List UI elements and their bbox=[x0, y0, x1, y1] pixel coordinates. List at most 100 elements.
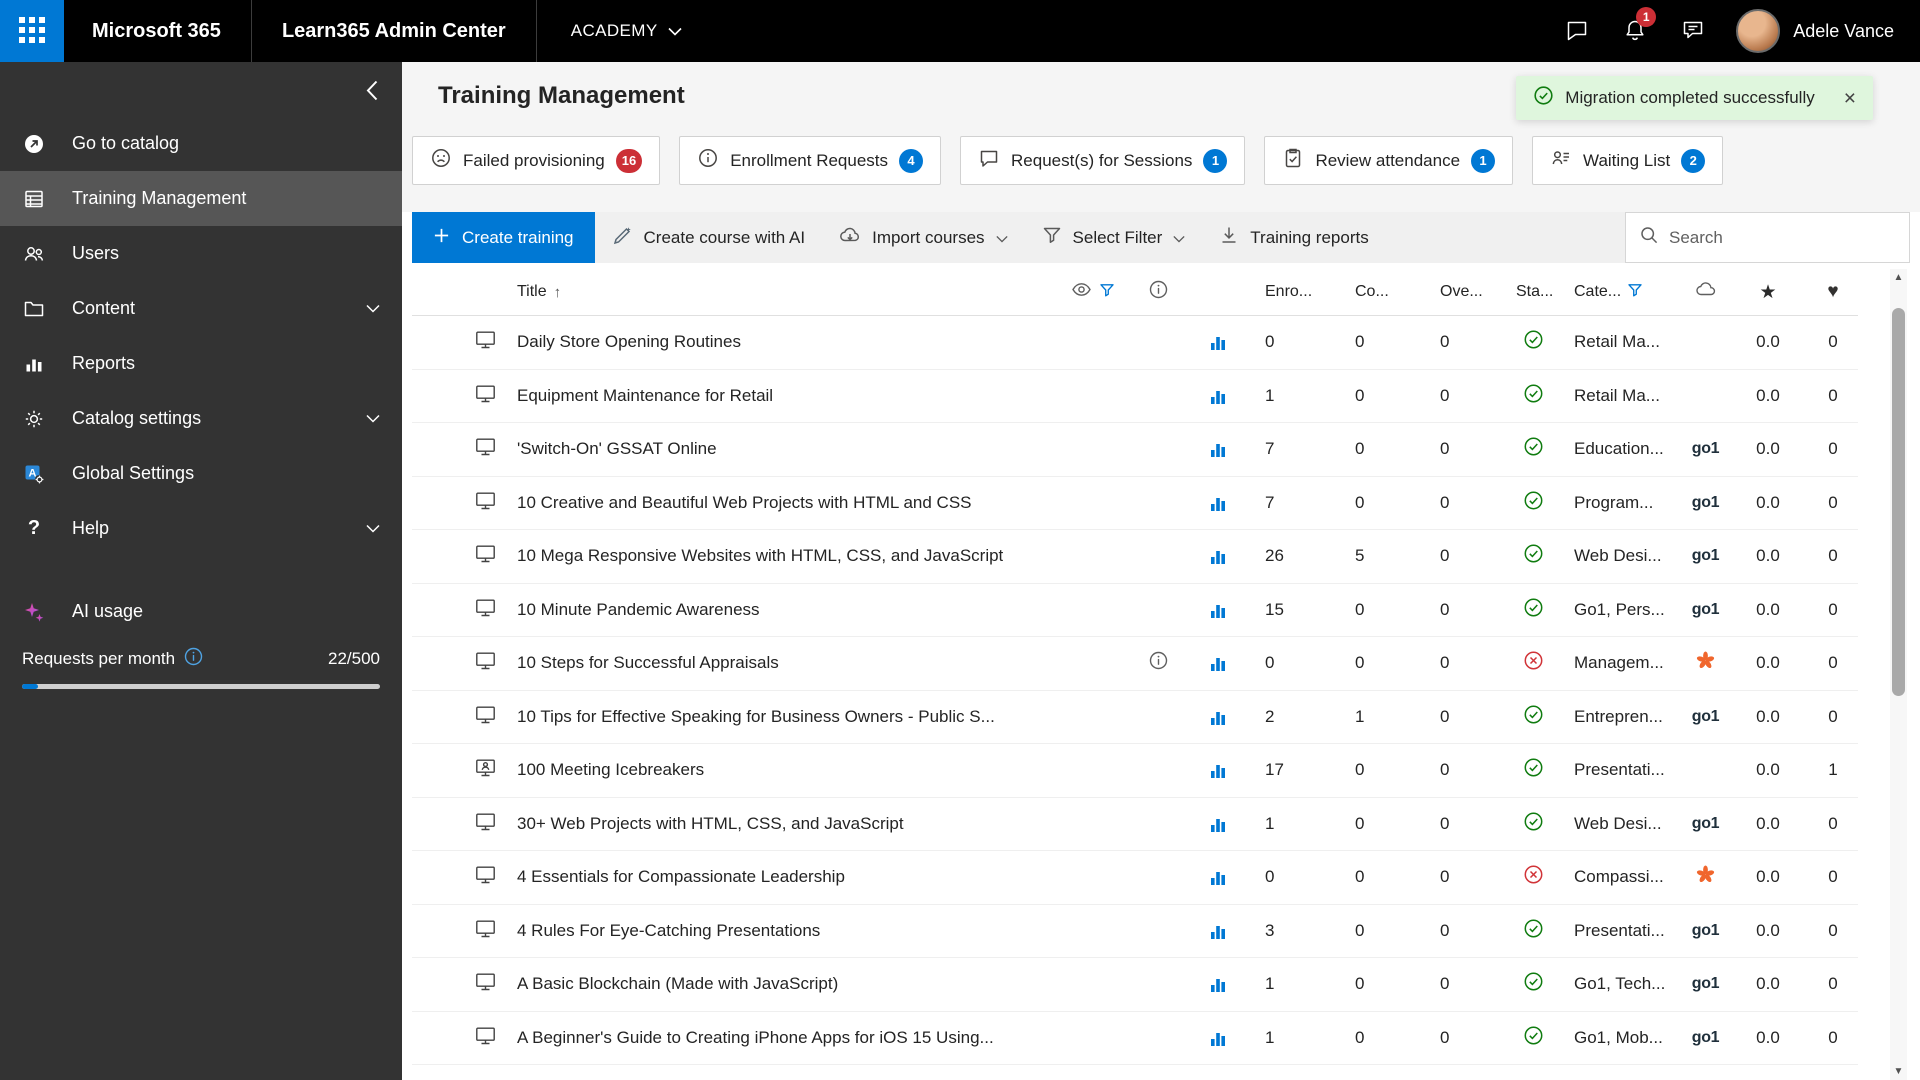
table-row[interactable]: 4 Essentials for Compassionate Leadershi… bbox=[412, 851, 1858, 905]
enrolled-column-header[interactable]: Enro... bbox=[1248, 283, 1338, 301]
scrollbar-track[interactable] bbox=[1890, 286, 1907, 1063]
app-title[interactable]: Learn365 Admin Center bbox=[282, 20, 506, 43]
sidebar-item-label: Training Management bbox=[72, 188, 247, 208]
sidebar-item-content[interactable]: Content bbox=[0, 281, 402, 336]
session-requests-card[interactable]: Request(s) for Sessions 1 bbox=[960, 136, 1246, 185]
course-title[interactable]: Daily Store Opening Routines bbox=[517, 332, 1058, 352]
sidebar-item-users[interactable]: Users bbox=[0, 226, 402, 281]
statistics-icon[interactable] bbox=[1208, 332, 1228, 352]
statistics-icon[interactable] bbox=[1208, 600, 1228, 620]
course-title[interactable]: Equipment Maintenance for Retail bbox=[517, 386, 1058, 406]
enrollment-requests-card[interactable]: Enrollment Requests 4 bbox=[679, 136, 942, 185]
scrollbar-thumb[interactable] bbox=[1892, 308, 1905, 696]
table-row[interactable]: A Beginner's Guide to Creating iPhone Ap… bbox=[412, 1012, 1858, 1065]
app-launcher-button[interactable] bbox=[0, 0, 64, 62]
visibility-column-header[interactable] bbox=[1058, 279, 1128, 305]
sidebar-item-help[interactable]: ? Help bbox=[0, 501, 402, 556]
course-title[interactable]: 10 Creative and Beautiful Web Projects w… bbox=[517, 493, 1058, 513]
table-row[interactable]: A Basic Blockchain (Made with JavaScript… bbox=[412, 958, 1858, 1012]
table-row[interactable]: 10 Creative and Beautiful Web Projects w… bbox=[412, 477, 1858, 530]
likes-column-header[interactable]: ♥ bbox=[1808, 281, 1858, 303]
completed-column-header[interactable]: Co... bbox=[1338, 283, 1423, 301]
statistics-icon[interactable] bbox=[1208, 921, 1228, 941]
statistics-icon[interactable] bbox=[1208, 493, 1228, 513]
status-cell bbox=[1508, 490, 1558, 516]
info-column-header[interactable] bbox=[1128, 280, 1188, 304]
waiting-list-card[interactable]: Waiting List 2 bbox=[1532, 136, 1724, 185]
sidebar-item-ai-usage[interactable]: AI usage bbox=[0, 584, 402, 639]
table-row[interactable]: Equipment Maintenance for Retail 1 0 0 R… bbox=[412, 370, 1858, 423]
toast-close-button[interactable]: × bbox=[1844, 88, 1856, 109]
sidebar-item-go-to-catalog[interactable]: Go to catalog bbox=[0, 116, 402, 171]
statistics-icon[interactable] bbox=[1208, 760, 1228, 780]
overdue-column-header[interactable]: Ove... bbox=[1423, 283, 1508, 301]
course-title[interactable]: 100 Meeting Icebreakers bbox=[517, 760, 1058, 780]
title-column-header[interactable]: Title ↑ bbox=[517, 283, 1058, 301]
statistics-icon[interactable] bbox=[1208, 1028, 1228, 1048]
select-filter-button[interactable]: Select Filter bbox=[1025, 212, 1203, 263]
chat-button[interactable] bbox=[1548, 0, 1606, 62]
sidebar-item-global-settings[interactable]: A Global Settings bbox=[0, 446, 402, 501]
chevron-down-icon[interactable] bbox=[366, 524, 380, 533]
statistics-icon[interactable] bbox=[1208, 653, 1228, 673]
statistics-icon[interactable] bbox=[1208, 707, 1228, 727]
status-cell bbox=[1508, 971, 1558, 997]
sidebar-item-catalog-settings[interactable]: Catalog settings bbox=[0, 391, 402, 446]
table-row[interactable]: 4 Rules For Eye-Catching Presentations 3… bbox=[412, 905, 1858, 958]
course-title[interactable]: 10 Mega Responsive Websites with HTML, C… bbox=[517, 546, 1058, 566]
course-title[interactable]: 10 Tips for Effective Speaking for Busin… bbox=[517, 707, 1058, 727]
course-title[interactable]: 'Switch-On' GSSAT Online bbox=[517, 439, 1058, 459]
provider-column-header[interactable] bbox=[1683, 279, 1728, 306]
status-column-header[interactable]: Sta... bbox=[1508, 283, 1558, 301]
statistics-icon[interactable] bbox=[1208, 974, 1228, 994]
table-row[interactable]: 10 Mega Responsive Websites with HTML, C… bbox=[412, 530, 1858, 584]
search-input[interactable] bbox=[1669, 227, 1896, 248]
course-title[interactable]: A Basic Blockchain (Made with JavaScript… bbox=[517, 974, 1058, 994]
course-title[interactable]: 10 Minute Pandemic Awareness bbox=[517, 600, 1058, 620]
table-row[interactable]: 'Switch-On' GSSAT Online 7 0 0 Education… bbox=[412, 423, 1858, 477]
statistics-icon[interactable] bbox=[1208, 439, 1228, 459]
table-scrollbar[interactable]: ▲ ▼ bbox=[1890, 269, 1907, 1080]
import-courses-button[interactable]: Import courses bbox=[822, 212, 1024, 263]
notifications-button[interactable]: 1 bbox=[1606, 0, 1664, 62]
sidebar-item-training-management[interactable]: Training Management bbox=[0, 171, 402, 226]
account-menu[interactable]: Adele Vance bbox=[1722, 9, 1920, 53]
academy-selector[interactable]: ACADEMY bbox=[571, 21, 682, 41]
course-title[interactable]: A Beginner's Guide to Creating iPhone Ap… bbox=[517, 1028, 1058, 1048]
filter-icon[interactable] bbox=[1099, 282, 1115, 303]
create-training-button[interactable]: Create training bbox=[412, 212, 595, 263]
table-row[interactable]: Daily Store Opening Routines 0 0 0 Retai… bbox=[412, 316, 1858, 370]
rating-column-header[interactable]: ★ bbox=[1728, 281, 1808, 304]
sidebar-item-reports[interactable]: Reports bbox=[0, 336, 402, 391]
chevron-down-icon[interactable] bbox=[366, 414, 380, 423]
feedback-button[interactable] bbox=[1664, 0, 1722, 62]
table-row[interactable]: 100 Meeting Icebreakers 17 0 0 Presentat… bbox=[412, 744, 1858, 798]
chevron-down-icon[interactable] bbox=[366, 304, 380, 313]
sidebar-collapse-button[interactable] bbox=[366, 80, 378, 104]
table-row[interactable]: 10 Tips for Effective Speaking for Busin… bbox=[412, 691, 1858, 744]
training-reports-button[interactable]: Training reports bbox=[1202, 212, 1385, 263]
table-row[interactable]: 30+ Web Projects with HTML, CSS, and Jav… bbox=[412, 798, 1858, 851]
statistics-icon[interactable] bbox=[1208, 546, 1228, 566]
screen-icon bbox=[474, 328, 497, 356]
table-row[interactable]: 10 Minute Pandemic Awareness 15 0 0 Go1,… bbox=[412, 584, 1858, 637]
course-title[interactable]: 30+ Web Projects with HTML, CSS, and Jav… bbox=[517, 814, 1058, 834]
table-row[interactable]: 10 Steps for Successful Appraisals 0 0 0… bbox=[412, 637, 1858, 691]
course-title[interactable]: 10 Steps for Successful Appraisals bbox=[517, 653, 1058, 673]
scroll-down-arrow[interactable]: ▼ bbox=[1890, 1063, 1907, 1080]
statistics-icon[interactable] bbox=[1208, 386, 1228, 406]
failed-provisioning-card[interactable]: Failed provisioning 16 bbox=[412, 136, 661, 185]
course-title[interactable]: 4 Essentials for Compassionate Leadershi… bbox=[517, 867, 1058, 887]
scroll-up-arrow[interactable]: ▲ bbox=[1890, 269, 1907, 286]
review-attendance-card[interactable]: Review attendance 1 bbox=[1264, 136, 1514, 185]
filter-icon[interactable] bbox=[1627, 282, 1643, 303]
microsoft-365-brand[interactable]: Microsoft 365 bbox=[92, 20, 221, 43]
category-column-header[interactable]: Cate... bbox=[1558, 282, 1683, 303]
info-icon[interactable] bbox=[1149, 651, 1168, 675]
course-title[interactable]: 4 Rules For Eye-Catching Presentations bbox=[517, 921, 1058, 941]
provider-cell: go1 bbox=[1683, 1029, 1728, 1047]
info-icon[interactable] bbox=[184, 647, 203, 671]
statistics-icon[interactable] bbox=[1208, 814, 1228, 834]
statistics-icon[interactable] bbox=[1208, 867, 1228, 887]
create-course-ai-button[interactable]: Create course with AI bbox=[595, 212, 823, 263]
